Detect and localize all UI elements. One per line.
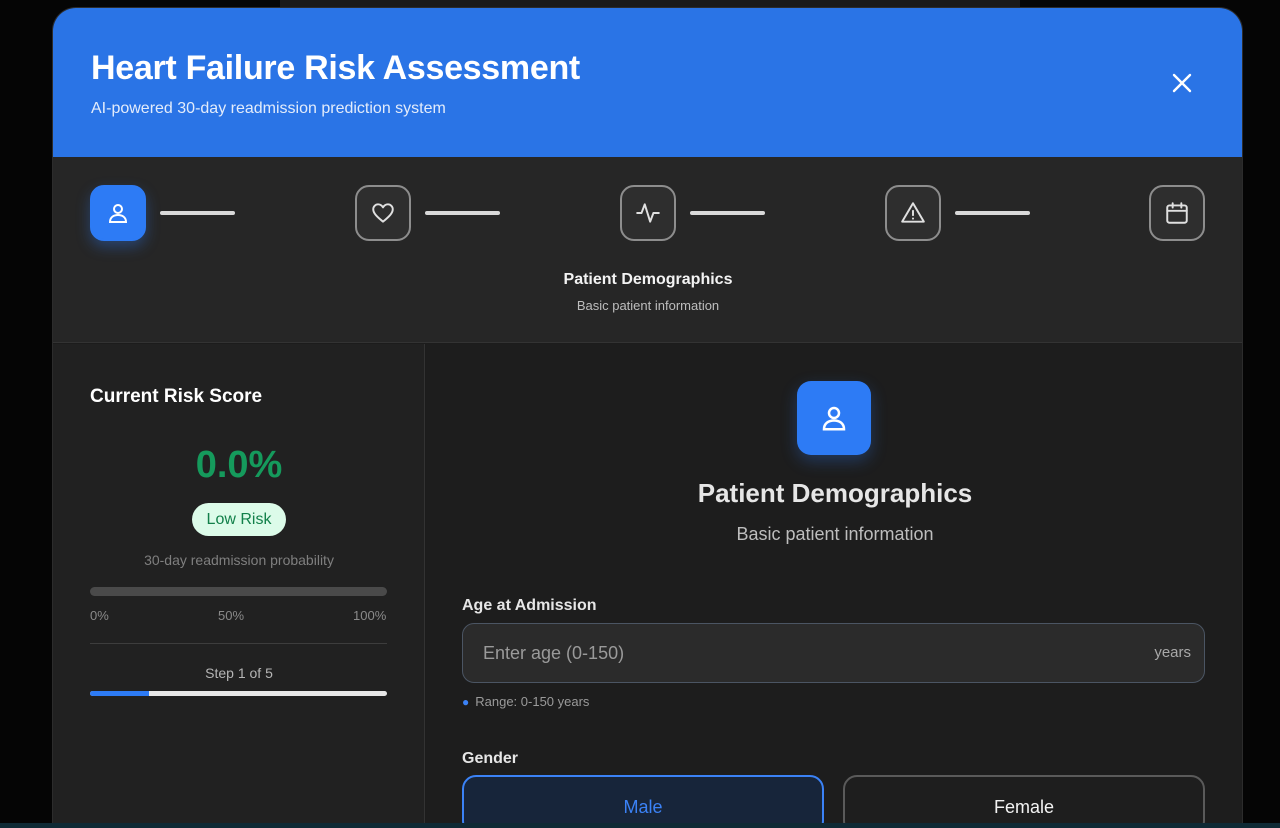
risk-level-badge: Low Risk bbox=[192, 503, 286, 536]
age-hint-text: Range: 0-150 years bbox=[475, 694, 590, 709]
scale-mid-label: 50% bbox=[218, 608, 245, 623]
step-counter: Step 1 of 5 bbox=[205, 665, 273, 681]
close-button[interactable] bbox=[1168, 69, 1196, 97]
age-unit-label: years bbox=[1154, 644, 1191, 661]
modal-subtitle: AI-powered 30-day readmission prediction… bbox=[91, 100, 446, 117]
sidebar-divider bbox=[90, 643, 387, 644]
age-input[interactable] bbox=[463, 624, 1143, 682]
form-progress-bar bbox=[90, 691, 387, 696]
gender-label: Gender bbox=[462, 750, 519, 767]
current-step-title: Patient Demographics bbox=[563, 271, 733, 288]
step-connector bbox=[690, 211, 765, 215]
risk-meter bbox=[90, 587, 387, 596]
step-cardiac[interactable] bbox=[355, 185, 411, 241]
bottom-edge bbox=[0, 823, 1280, 828]
assessment-modal: Heart Failure Risk Assessment AI-powered… bbox=[52, 7, 1243, 828]
heart-icon bbox=[372, 203, 394, 223]
age-range-hint: ● Range: 0-150 years bbox=[462, 694, 589, 709]
close-icon bbox=[1172, 73, 1192, 93]
bullet-icon: ● bbox=[462, 695, 470, 709]
age-field: years bbox=[462, 623, 1205, 683]
age-label: Age at Admission bbox=[462, 597, 597, 614]
form-panel: Patient Demographics Basic patient infor… bbox=[426, 344, 1242, 828]
modal-header: Heart Failure Risk Assessment AI-powered… bbox=[53, 8, 1242, 157]
risk-score-value: 0.0% bbox=[195, 444, 283, 486]
gender-female-button[interactable]: Female bbox=[843, 775, 1205, 828]
step-vitals[interactable] bbox=[620, 185, 676, 241]
scale-max-label: 100% bbox=[353, 608, 387, 623]
risk-caption: 30-day readmission probability bbox=[144, 552, 334, 568]
step-connector bbox=[955, 211, 1030, 215]
activity-icon bbox=[636, 203, 660, 223]
step-connector bbox=[160, 211, 235, 215]
step-demographics[interactable] bbox=[90, 185, 146, 241]
step-connector bbox=[425, 211, 500, 215]
risk-score-heading: Current Risk Score bbox=[90, 386, 263, 407]
risk-sidebar: Current Risk Score 0.0% Low Risk 30-day … bbox=[53, 344, 425, 828]
gender-male-button[interactable]: Male bbox=[462, 775, 824, 828]
warning-icon bbox=[901, 202, 925, 223]
modal-title: Heart Failure Risk Assessment bbox=[91, 49, 580, 87]
step-progress: Patient Demographics Basic patient infor… bbox=[53, 157, 1242, 343]
current-step-description: Basic patient information bbox=[576, 298, 720, 313]
form-progress-fill bbox=[90, 691, 150, 696]
section-icon-tile bbox=[797, 381, 871, 455]
section-title: Patient Demographics bbox=[697, 478, 973, 508]
user-icon bbox=[822, 406, 846, 431]
section-description: Basic patient information bbox=[736, 524, 934, 544]
scale-min-label: 0% bbox=[90, 608, 109, 623]
step-history[interactable] bbox=[1149, 185, 1205, 241]
user-icon bbox=[108, 204, 128, 223]
calendar-icon bbox=[1166, 202, 1188, 224]
step-risk-factors[interactable] bbox=[885, 185, 941, 241]
